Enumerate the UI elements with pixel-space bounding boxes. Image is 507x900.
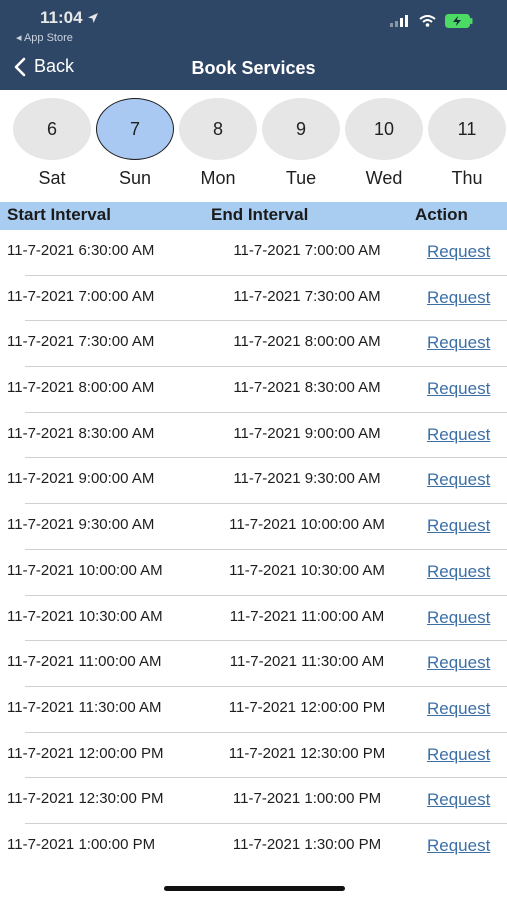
day-item-sat[interactable]: 6 Sat: [13, 98, 91, 189]
header-end-interval: End Interval: [211, 205, 309, 224]
request-link[interactable]: Request: [427, 653, 490, 673]
table-row: 11-7-2021 12:30:00 PM 11-7-2021 1:00:00 P…: [0, 778, 507, 824]
end-cell: 11-7-2021 12:00:00 PM: [228, 698, 386, 716]
wifi-icon: [419, 15, 436, 27]
day-number: 11: [428, 98, 506, 160]
start-cell: 11-7-2021 7:00:00 AM: [7, 287, 155, 305]
table-row: 11-7-2021 9:00:00 AM 11-7-2021 9:30:00 AM…: [0, 458, 507, 504]
status-back-to-app[interactable]: ◂ App Store: [16, 31, 73, 44]
header-action: Action: [415, 205, 468, 224]
table-row: 11-7-2021 11:00:00 AM 11-7-2021 11:30:00 …: [0, 641, 507, 687]
start-cell: 11-7-2021 9:30:00 AM: [7, 516, 155, 534]
start-cell: 11-7-2021 8:30:00 AM: [7, 424, 155, 442]
page-title: Book Services: [191, 58, 316, 78]
day-name: Sun: [118, 168, 152, 188]
request-link[interactable]: Request: [427, 745, 490, 765]
table-row: 11-7-2021 11:30:00 AM 11-7-2021 12:00:00 …: [0, 687, 507, 733]
request-link[interactable]: Request: [427, 288, 490, 308]
request-link[interactable]: Request: [427, 333, 490, 353]
start-cell: 11-7-2021 8:00:00 AM: [7, 379, 155, 397]
table-row: 11-7-2021 8:30:00 AM 11-7-2021 9:00:00 AM…: [0, 413, 507, 459]
end-cell: 11-7-2021 7:30:00 AM: [233, 287, 381, 305]
request-link[interactable]: Request: [427, 425, 490, 445]
table-row: 11-7-2021 1:00:00 PM 11-7-2021 1:30:00 PM…: [0, 824, 507, 870]
request-link[interactable]: Request: [427, 516, 490, 536]
request-link[interactable]: Request: [427, 608, 490, 628]
start-cell: 11-7-2021 7:30:00 AM: [7, 333, 155, 351]
status-icons: [390, 14, 473, 28]
request-link[interactable]: Request: [427, 242, 490, 262]
table-row: 11-7-2021 8:00:00 AM 11-7-2021 8:30:00 AM…: [0, 367, 507, 413]
end-cell: 11-7-2021 10:30:00 AM: [229, 561, 385, 579]
table-row: 11-7-2021 9:30:00 AM 11-7-2021 10:00:00 A…: [0, 504, 507, 550]
request-link[interactable]: Request: [427, 790, 490, 810]
day-name: Tue: [285, 168, 317, 188]
day-number-selected: 7: [96, 98, 174, 160]
day-number: 9: [262, 98, 340, 160]
day-item-wed[interactable]: 10 Wed: [345, 98, 423, 189]
end-cell: 11-7-2021 12:30:00 PM: [228, 744, 386, 762]
start-cell: 11-7-2021 11:30:00 AM: [7, 698, 162, 716]
request-link[interactable]: Request: [427, 470, 490, 490]
location-arrow-icon: [87, 13, 98, 23]
interval-table: 11-7-2021 6:30:00 AM 11-7-2021 7:00:00 AM…: [0, 230, 507, 870]
end-cell: 11-7-2021 8:00:00 AM: [233, 333, 381, 351]
day-selector[interactable]: 6 Sat 7 Sun 8 Mon 9 Tue 10 Wed 11 Thu: [0, 90, 507, 200]
end-cell: 11-7-2021 9:30:00 AM: [233, 470, 381, 488]
end-cell: 11-7-2021 1:30:00 PM: [232, 835, 382, 853]
day-item-tue[interactable]: 9 Tue: [262, 98, 340, 189]
start-cell: 11-7-2021 1:00:00 PM: [7, 835, 156, 853]
status-time-text: 11:04: [40, 8, 83, 27]
day-number: 10: [345, 98, 423, 160]
table-header: Start Interval End Interval Action: [0, 202, 507, 230]
status-bar-time: 11:04: [40, 8, 99, 28]
day-name: Thu: [451, 168, 483, 188]
start-cell: 11-7-2021 11:00:00 AM: [7, 653, 162, 671]
home-indicator[interactable]: [164, 886, 345, 891]
start-cell: 11-7-2021 6:30:00 AM: [7, 242, 155, 259]
header-start-interval: Start Interval: [7, 205, 111, 224]
end-cell: 11-7-2021 1:00:00 PM: [232, 790, 382, 808]
start-cell: 11-7-2021 12:30:00 PM: [7, 790, 164, 808]
cellular-signal-icon: [390, 15, 408, 27]
table-row: 11-7-2021 12:00:00 PM 11-7-2021 12:30:00 …: [0, 733, 507, 779]
table-row: 11-7-2021 7:30:00 AM 11-7-2021 8:00:00 AM…: [0, 321, 507, 367]
table-row: 11-7-2021 6:30:00 AM 11-7-2021 7:00:00 AM…: [0, 230, 507, 276]
request-link[interactable]: Request: [427, 562, 490, 582]
day-name: Mon: [200, 168, 236, 188]
end-cell: 11-7-2021 8:30:00 AM: [233, 379, 381, 397]
end-cell: 11-7-2021 11:00:00 AM: [229, 607, 385, 625]
day-name: Wed: [365, 168, 403, 188]
day-name: Sat: [38, 168, 66, 188]
request-link[interactable]: Request: [427, 836, 490, 856]
end-cell: 11-7-2021 10:00:00 AM: [229, 516, 385, 534]
day-number: 6: [13, 98, 91, 160]
request-link[interactable]: Request: [427, 699, 490, 719]
start-cell: 11-7-2021 10:30:00 AM: [7, 607, 163, 625]
day-item-mon[interactable]: 8 Mon: [179, 98, 257, 189]
start-cell: 11-7-2021 10:00:00 AM: [7, 561, 163, 579]
start-cell: 11-7-2021 9:00:00 AM: [7, 470, 155, 488]
battery-charging-icon: [445, 14, 473, 28]
day-item-sun[interactable]: 7 Sun: [96, 98, 174, 189]
table-row: 11-7-2021 7:00:00 AM 11-7-2021 7:30:00 AM…: [0, 276, 507, 322]
end-cell: 11-7-2021 11:30:00 AM: [229, 653, 385, 671]
app-header: 11:04 ◂ App Store Back Book Services: [0, 0, 507, 90]
end-cell: 11-7-2021 9:00:00 AM: [233, 424, 381, 442]
table-row: 11-7-2021 10:00:00 AM 11-7-2021 10:30:00 …: [0, 550, 507, 596]
table-row: 11-7-2021 10:30:00 AM 11-7-2021 11:00:00 …: [0, 596, 507, 642]
end-cell: 11-7-2021 7:00:00 AM: [233, 242, 381, 259]
start-cell: 11-7-2021 12:00:00 PM: [7, 744, 164, 762]
day-number: 8: [179, 98, 257, 160]
request-link[interactable]: Request: [427, 379, 490, 399]
day-item-thu[interactable]: 11 Thu: [428, 98, 506, 189]
